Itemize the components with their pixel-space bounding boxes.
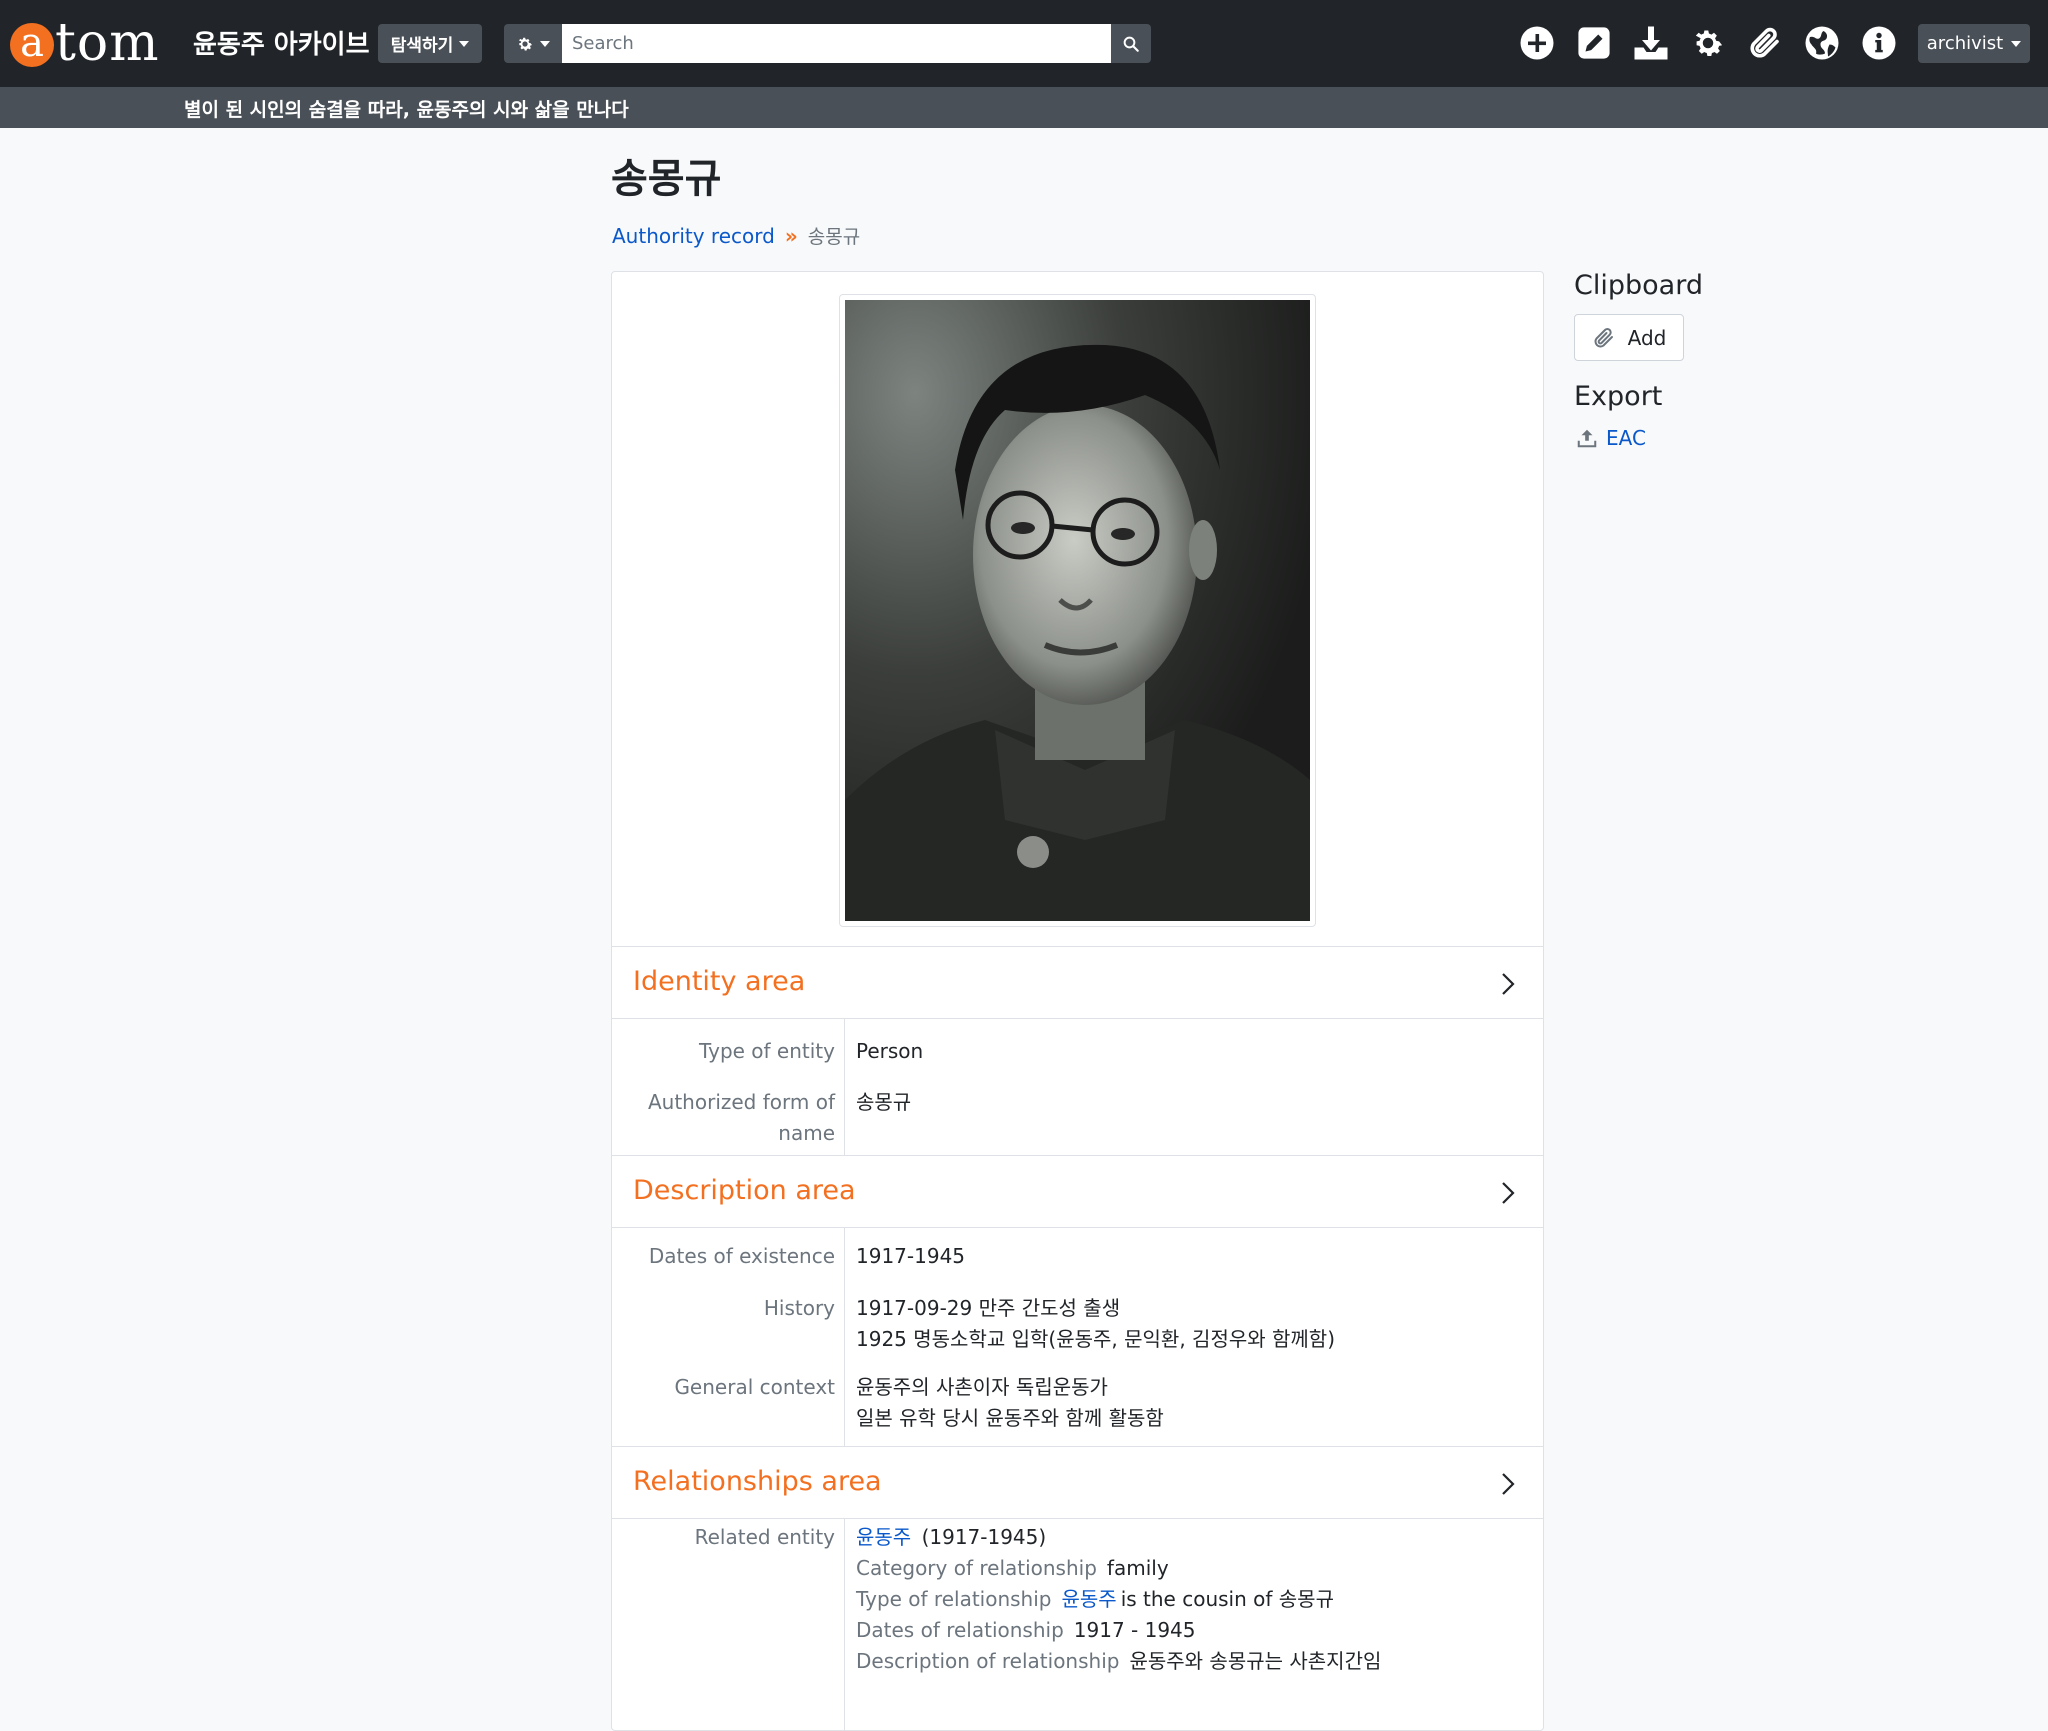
plus-circle-icon <box>1520 26 1554 60</box>
search-input[interactable] <box>562 24 1111 63</box>
clipboard-menu-button[interactable] <box>1744 22 1786 64</box>
dates-of-relationship-row: Dates of relationship 1917 - 1945 <box>856 1615 1381 1646</box>
field-divider <box>844 1519 845 1730</box>
authorized-name-label-line2: name <box>778 1121 835 1145</box>
related-entity-dates: (1917-1945) <box>921 1525 1047 1549</box>
description-key: Description of relationship <box>856 1649 1120 1673</box>
dates-key: Dates of relationship <box>856 1618 1064 1642</box>
authorized-name-value: 송몽규 <box>856 1090 912 1114</box>
type-of-relationship-row: Type of relationship 윤동주 is the cousin of … <box>856 1584 1381 1615</box>
paperclip-icon <box>1750 27 1779 58</box>
field-divider <box>844 1228 845 1447</box>
caret-down-icon <box>459 40 470 47</box>
portrait-photo <box>845 300 1310 921</box>
browse-menu-button[interactable]: 탐색하기 <box>378 24 482 63</box>
related-entity-link[interactable]: 윤동주 <box>856 1525 911 1549</box>
breadcrumb-authority-record-link[interactable]: Authority record <box>612 224 775 248</box>
site-tagline: 별이 된 시인의 숨결을 따라, 윤동주의 시와 삶을 만나다 <box>184 99 629 121</box>
field-divider <box>844 1019 845 1156</box>
type-key: Type of relationship <box>856 1587 1052 1611</box>
atom-logo[interactable]: a tom <box>10 8 160 78</box>
general-context-line: 일본 유학 당시 윤동주와 함께 활동함 <box>856 1406 1164 1430</box>
portrait-image[interactable] <box>839 294 1316 927</box>
import-menu-button[interactable] <box>1630 22 1672 64</box>
globe-icon <box>1805 26 1839 60</box>
caret-down-icon <box>540 40 550 47</box>
site-name[interactable]: 윤동주 아카이브 <box>193 24 370 61</box>
caret-down-icon <box>2011 40 2022 47</box>
add-menu-button[interactable] <box>1516 22 1558 64</box>
description-value: 윤동주와 송몽규는 사촌지간임 <box>1129 1649 1382 1673</box>
dates-of-existence-value: 1917-1945 <box>856 1244 966 1268</box>
edit-icon <box>1578 27 1610 59</box>
description-of-relationship-row: Description of relationship 윤동주와 송몽규는 사촌지… <box>856 1646 1381 1677</box>
dates-value: 1917 - 1945 <box>1073 1618 1196 1642</box>
search-options-button[interactable] <box>504 24 562 63</box>
relationships-area-fields: Related entity 윤동주 (1917-1945) Category … <box>612 1519 1543 1730</box>
identity-area-fields: Type of entity Person Authorized form of… <box>612 1019 1543 1156</box>
history-label: History <box>763 1296 835 1320</box>
relationships-area-header[interactable]: Relationships area <box>612 1446 1543 1519</box>
clipboard-add-button[interactable]: Add <box>1574 314 1684 361</box>
user-menu-button[interactable]: archivist <box>1918 24 2030 63</box>
search-button[interactable] <box>1111 24 1151 63</box>
export-heading: Export <box>1574 381 1663 412</box>
category-value: family <box>1106 1556 1169 1580</box>
authorized-name-label: Authorized form of name <box>635 1087 835 1149</box>
type-of-entity-label: Type of entity <box>699 1039 835 1063</box>
site-description-bar: 별이 된 시인의 숨결을 따라, 윤동주의 시와 삶을 만나다 <box>0 87 2048 128</box>
user-name: archivist <box>1926 33 2004 54</box>
category-of-relationship-row: Category of relationship family <box>856 1553 1381 1584</box>
manage-menu-button[interactable] <box>1573 22 1615 64</box>
history-value: 1917-09-29 만주 간도성 출생 1925 명동소학교 입학(윤동주, … <box>856 1293 1335 1355</box>
dates-of-existence-label: Dates of existence <box>648 1244 835 1268</box>
chevron-right-icon <box>1502 1182 1515 1204</box>
chevron-right-icon <box>1502 1473 1515 1495</box>
gear-icon <box>518 37 533 51</box>
history-line: 1925 명동소학교 입학(윤동주, 문익환, 김정우와 함께함) <box>856 1327 1336 1351</box>
language-menu-button[interactable] <box>1801 22 1843 64</box>
upload-icon <box>1577 429 1597 448</box>
export-eac-label: EAC <box>1606 426 1646 450</box>
clipboard-heading: Clipboard <box>1574 270 1703 301</box>
authority-record-card: Identity area Type of entity Person Auth… <box>611 271 1544 1731</box>
download-icon <box>1634 26 1668 60</box>
chevron-right-icon <box>1502 973 1515 995</box>
relationships-area-title: Relationships area <box>633 1466 882 1497</box>
history-line: 1917-09-29 만주 간도성 출생 <box>856 1296 1121 1320</box>
description-area-fields: Dates of existence 1917-1945 History 191… <box>612 1228 1543 1447</box>
admin-menu-button[interactable] <box>1687 22 1729 64</box>
description-area-header[interactable]: Description area <box>612 1155 1543 1228</box>
general-context-label: General context <box>674 1375 835 1399</box>
identity-area-header[interactable]: Identity area <box>612 946 1543 1019</box>
general-context-value: 윤동주의 사촌이자 독립운동가 일본 유학 당시 윤동주와 함께 활동함 <box>856 1372 1164 1434</box>
top-navbar: a tom 윤동주 아카이브 탐색하기 archivist <box>0 0 2048 87</box>
page-title: 송몽규 <box>611 156 722 202</box>
identity-area-title: Identity area <box>633 966 806 997</box>
logo-text: tom <box>55 13 160 73</box>
type-entity-link[interactable]: 윤동주 <box>1062 1587 1117 1611</box>
search-icon <box>1123 36 1139 52</box>
gear-icon <box>1695 30 1723 57</box>
authorized-name-label-line1: Authorized form of <box>647 1090 835 1114</box>
quick-links-button[interactable] <box>1858 22 1900 64</box>
breadcrumb: Authority record » 송몽규 <box>612 222 860 249</box>
clipboard-add-label: Add <box>1627 325 1667 350</box>
description-area-title: Description area <box>633 1175 856 1206</box>
paperclip-icon <box>1594 327 1613 347</box>
logo-a: a <box>10 23 54 67</box>
related-entity-row: 윤동주 (1917-1945) <box>856 1522 1381 1553</box>
category-key: Category of relationship <box>856 1556 1097 1580</box>
breadcrumb-current: 송몽규 <box>807 226 861 248</box>
related-entity-label: Related entity <box>694 1525 835 1549</box>
related-entity-value: 윤동주 (1917-1945) Category of relationship… <box>856 1522 1381 1677</box>
export-eac-link[interactable]: EAC <box>1576 426 1646 450</box>
breadcrumb-separator: » <box>784 223 798 248</box>
general-context-line: 윤동주의 사촌이자 독립운동가 <box>856 1375 1108 1399</box>
browse-label: 탐색하기 <box>390 36 454 56</box>
info-icon <box>1862 26 1896 60</box>
type-of-entity-value: Person <box>856 1039 924 1063</box>
type-text: is the cousin of 송몽규 <box>1120 1587 1334 1611</box>
portrait-illustration <box>845 300 1310 921</box>
